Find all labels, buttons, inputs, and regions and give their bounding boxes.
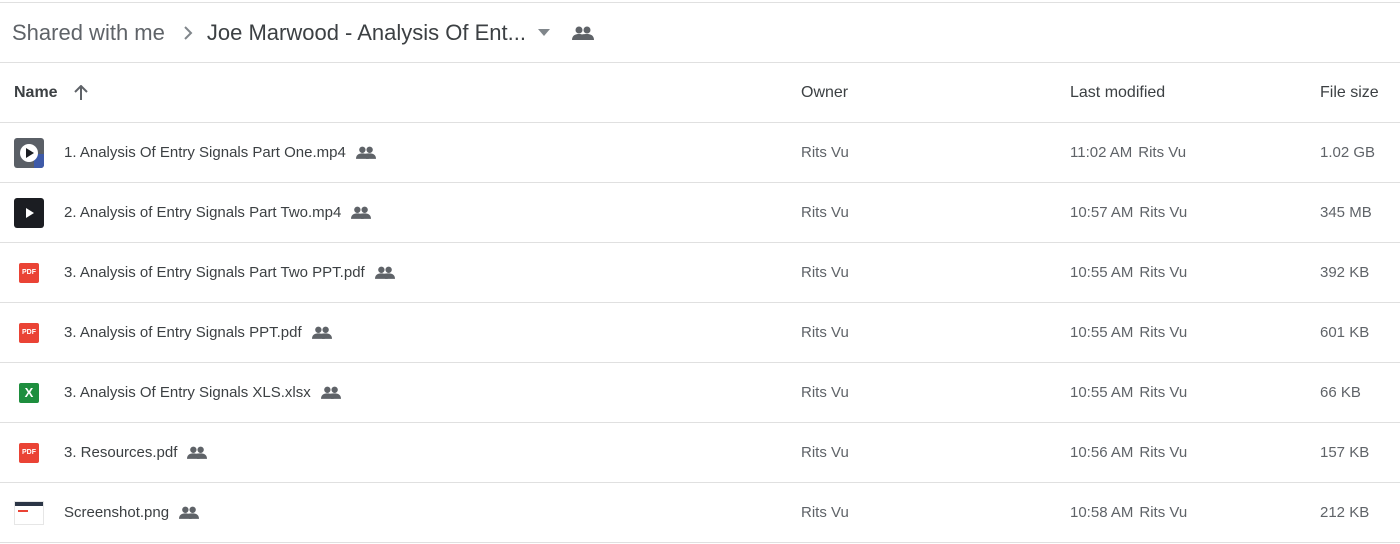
table-row[interactable]: Screenshot.png Rits Vu 10:58 AM Rits Vu 2… (0, 483, 1400, 543)
modified-time: 11:02 AM (1070, 144, 1133, 161)
file-name-cell: PDF 3. Analysis of Entry Signals PPT.pdf (14, 318, 332, 348)
last-modified-cell: 10:58 AM Rits Vu (1070, 504, 1187, 521)
file-name: 3. Analysis Of Entry Signals XLS.xlsx (64, 384, 311, 401)
last-modified-cell: 10:56 AM Rits Vu (1070, 444, 1187, 461)
pdf-badge: PDF (19, 262, 39, 283)
file-size-cell: 392 KB (1320, 264, 1370, 281)
video-thumbnail-icon (14, 137, 44, 168)
file-size-cell: 66 KB (1320, 384, 1361, 401)
owner-cell: Rits Vu (801, 444, 849, 461)
arrow-up-icon[interactable] (73, 84, 88, 101)
table-row[interactable]: PDF 3. Analysis of Entry Signals PPT.pdf… (0, 303, 1400, 363)
file-name: 2. Analysis of Entry Signals Part Two.mp… (64, 204, 342, 221)
pdf-badge: PDF (19, 442, 39, 463)
video-thumbnail-icon (14, 197, 44, 228)
last-modified-cell: 11:02 AM Rits Vu (1070, 144, 1186, 161)
caret-down-icon[interactable] (538, 29, 550, 36)
modified-by: Rits Vu (1139, 504, 1188, 521)
modified-by: Rits Vu (1139, 264, 1188, 281)
name-column-header[interactable]: Name (14, 84, 88, 102)
pdf-icon: PDF (14, 438, 44, 468)
modified-by: Rits Vu (1139, 384, 1188, 401)
breadcrumb-current-folder[interactable]: Joe Marwood - Analysis Of Ent... (207, 20, 526, 46)
owner-cell: Rits Vu (801, 504, 849, 521)
table-header: Name Owner Last modified File size (0, 63, 1400, 123)
people-icon (179, 506, 200, 519)
modified-time: 10:57 AM (1070, 204, 1134, 221)
pdf-icon: PDF (14, 258, 44, 288)
file-name-cell: X 3. Analysis Of Entry Signals XLS.xlsx (14, 378, 341, 408)
modified-by: Rits Vu (1138, 144, 1187, 161)
file-name: 3. Analysis of Entry Signals Part Two PP… (64, 264, 365, 281)
last-modified-cell: 10:55 AM Rits Vu (1070, 324, 1187, 341)
xlsx-badge: X (19, 382, 39, 403)
file-size-column-header[interactable]: File size (1320, 84, 1379, 102)
file-size-cell: 212 KB (1320, 504, 1370, 521)
breadcrumb-shared-with-me[interactable]: Shared with me (12, 20, 165, 46)
file-name-cell: PDF 3. Analysis of Entry Signals Part Tw… (14, 258, 395, 288)
file-name: 1. Analysis Of Entry Signals Part One.mp… (64, 144, 346, 161)
file-name-cell: Screenshot.png (14, 498, 200, 528)
name-header-label: Name (14, 83, 58, 101)
people-icon (320, 386, 341, 399)
pdf-icon: PDF (14, 318, 44, 348)
table-row[interactable]: PDF 3. Analysis of Entry Signals Part Tw… (0, 243, 1400, 303)
file-size-cell: 157 KB (1320, 444, 1370, 461)
last-modified-cell: 10:55 AM Rits Vu (1070, 384, 1187, 401)
file-name-cell: 2. Analysis of Entry Signals Part Two.mp… (14, 197, 372, 228)
owner-cell: Rits Vu (801, 324, 849, 341)
people-icon[interactable] (572, 26, 594, 40)
table-row[interactable]: PDF 3. Resources.pdf Rits Vu 10:56 AM Rit… (0, 423, 1400, 483)
owner-cell: Rits Vu (801, 204, 849, 221)
breadcrumb: Shared with me Joe Marwood - Analysis Of… (0, 3, 1400, 63)
owner-cell: Rits Vu (801, 144, 849, 161)
last-modified-cell: 10:57 AM Rits Vu (1070, 204, 1187, 221)
modified-by: Rits Vu (1139, 444, 1188, 461)
owner-cell: Rits Vu (801, 264, 849, 281)
modified-time: 10:56 AM (1070, 444, 1134, 461)
file-name: 3. Resources.pdf (64, 444, 178, 461)
file-name-cell: PDF 3. Resources.pdf (14, 438, 208, 468)
file-name-cell: 1. Analysis Of Entry Signals Part One.mp… (14, 137, 376, 168)
image-thumbnail-icon (14, 498, 44, 528)
file-size-cell: 345 MB (1320, 204, 1372, 221)
modified-time: 10:55 AM (1070, 384, 1134, 401)
people-icon (374, 266, 395, 279)
spreadsheet-icon: X (14, 378, 44, 408)
people-icon (351, 206, 372, 219)
last-modified-column-header[interactable]: Last modified (1070, 84, 1165, 102)
file-name: Screenshot.png (64, 504, 170, 521)
file-name: 3. Analysis of Entry Signals PPT.pdf (64, 324, 302, 341)
modified-by: Rits Vu (1139, 324, 1188, 341)
people-icon (187, 446, 208, 459)
table-row[interactable]: X 3. Analysis Of Entry Signals XLS.xlsx … (0, 363, 1400, 423)
owner-cell: Rits Vu (801, 384, 849, 401)
pdf-badge: PDF (19, 322, 39, 343)
last-modified-cell: 10:55 AM Rits Vu (1070, 264, 1187, 281)
modified-time: 10:58 AM (1070, 504, 1134, 521)
modified-time: 10:55 AM (1070, 264, 1134, 281)
table-row[interactable]: 1. Analysis Of Entry Signals Part One.mp… (0, 123, 1400, 183)
chevron-right-icon (183, 25, 193, 40)
people-icon (355, 146, 376, 159)
modified-by: Rits Vu (1139, 204, 1188, 221)
table-row[interactable]: 2. Analysis of Entry Signals Part Two.mp… (0, 183, 1400, 243)
file-size-cell: 601 KB (1320, 324, 1370, 341)
owner-column-header[interactable]: Owner (801, 84, 848, 102)
file-size-cell: 1.02 GB (1320, 144, 1376, 161)
people-icon (311, 326, 332, 339)
modified-time: 10:55 AM (1070, 324, 1134, 341)
